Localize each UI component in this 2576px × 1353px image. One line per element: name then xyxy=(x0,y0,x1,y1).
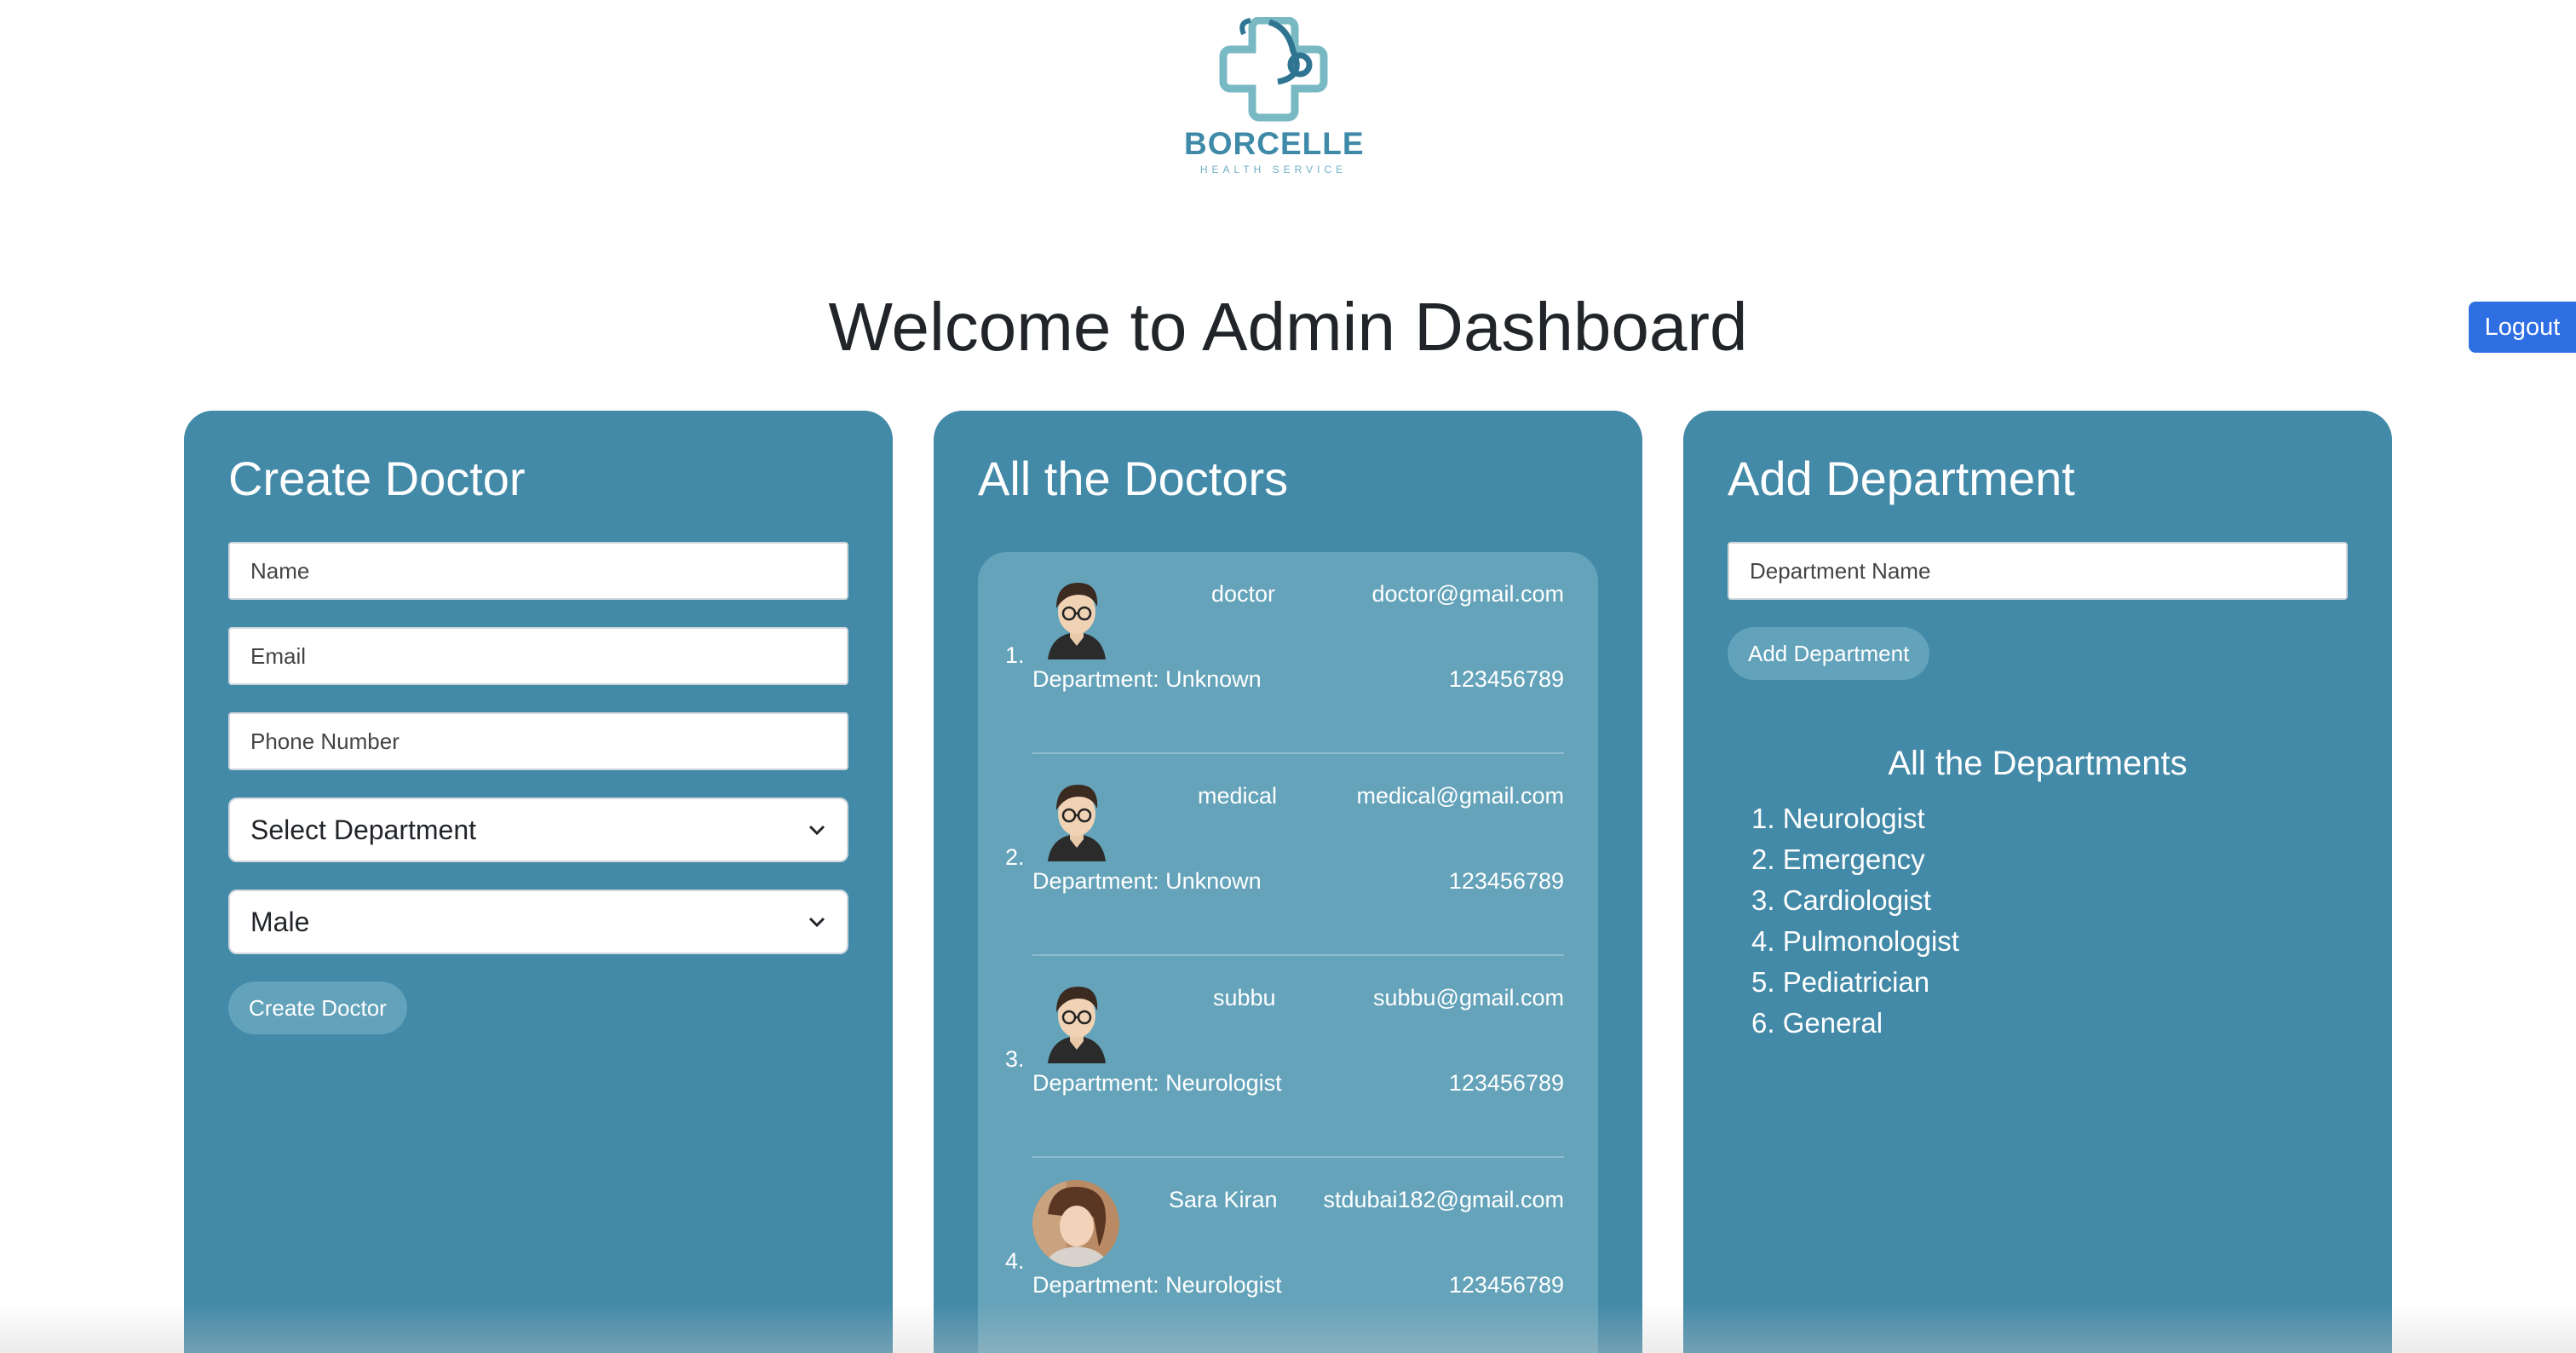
doctor-avatar-icon xyxy=(1048,987,1106,1063)
add-department-panel: Add Department Department Name Add Depar… xyxy=(1683,411,2392,1353)
doctor-department: Department: Neurologist xyxy=(1032,1070,1282,1096)
departments-list: 1. Neurologist 2. Emergency 3. Cardiolog… xyxy=(1728,798,2348,1044)
gender-select[interactable]: Male xyxy=(228,890,848,954)
logout-button[interactable]: Logout xyxy=(2469,302,2576,353)
brand-logo: BORCELLE HEALTH SERVICE xyxy=(1184,17,1365,187)
chevron-down-icon xyxy=(808,917,825,928)
doctor-email: stdubai182@gmail.com xyxy=(1323,1187,1564,1212)
list-item: 2. Emergency xyxy=(1751,843,1925,875)
brand-name: BORCELLE xyxy=(1184,126,1365,161)
list-item: 6. General xyxy=(1751,1007,1883,1039)
doctor-photo xyxy=(1032,1180,1119,1267)
doctor-avatar-icon xyxy=(1048,583,1106,659)
doctors-panel: All the Doctors 1. doctor doctor@gmail.c… xyxy=(934,411,1642,1353)
list-number: 3. xyxy=(1005,1046,1025,1072)
department-name-placeholder: Department Name xyxy=(1750,557,1931,584)
create-doctor-button[interactable]: Create Doctor xyxy=(228,982,407,1034)
phone-input-placeholder: Phone Number xyxy=(250,728,400,754)
doctor-email: doctor@gmail.com xyxy=(1371,581,1564,607)
create-doctor-title: Create Doctor xyxy=(228,452,526,505)
doctor-name: subbu xyxy=(1213,985,1276,1010)
department-select-value: Select Department xyxy=(250,814,477,845)
doctor-name: Sara Kiran xyxy=(1169,1187,1278,1212)
gender-select-value: Male xyxy=(250,906,310,937)
list-item[interactable]: 4. Sara Kiran stdubai182@gmail.com Depar… xyxy=(1005,1158,1564,1353)
list-number: 2. xyxy=(1005,844,1025,870)
list-item: 3. Cardiologist xyxy=(1751,884,1931,916)
doctor-name: doctor xyxy=(1211,581,1276,607)
medical-cross-logo-icon xyxy=(1219,17,1328,122)
doctor-department: Department: Neurologist xyxy=(1032,1272,1282,1298)
list-item: 1. Neurologist xyxy=(1751,803,1925,834)
doctor-avatar-icon xyxy=(1048,785,1106,861)
doctors-title: All the Doctors xyxy=(978,452,1289,505)
create-doctor-panel: Create Doctor Name Email Phone Number Se… xyxy=(184,411,893,1353)
doctor-phone: 123456789 xyxy=(1448,1272,1564,1298)
department-name-input[interactable]: Department Name xyxy=(1728,542,2348,600)
doctor-email: medical@gmail.com xyxy=(1356,783,1564,809)
list-item[interactable]: 2. medical medical@gmail.com Department:… xyxy=(1005,754,1564,956)
list-item: 5. Pediatrician xyxy=(1751,966,1930,998)
department-select[interactable]: Select Department xyxy=(228,797,848,862)
email-input-placeholder: Email xyxy=(250,642,307,669)
doctor-name: medical xyxy=(1198,783,1278,809)
doctor-phone: 123456789 xyxy=(1448,868,1564,894)
departments-list-title: All the Departments xyxy=(1888,745,2188,782)
name-input[interactable]: Name xyxy=(228,542,848,600)
list-item[interactable]: 3. subbu subbu@gmail.com Department: Neu… xyxy=(1005,956,1564,1158)
chevron-down-icon xyxy=(808,825,825,836)
add-department-button[interactable]: Add Department xyxy=(1728,627,1930,680)
list-number: 1. xyxy=(1005,642,1025,668)
phone-input[interactable]: Phone Number xyxy=(228,712,848,770)
brand-tagline: HEALTH SERVICE xyxy=(1199,164,1348,176)
add-department-title: Add Department xyxy=(1728,452,2075,505)
doctor-list: 1. doctor doctor@gmail.com Department: U… xyxy=(978,552,1598,1353)
doctor-department: Department: Unknown xyxy=(1032,868,1262,894)
doctor-phone: 123456789 xyxy=(1448,1070,1564,1096)
doctor-phone: 123456789 xyxy=(1448,666,1564,692)
list-number: 4. xyxy=(1005,1248,1025,1274)
list-item: 4. Pulmonologist xyxy=(1751,925,1959,957)
email-input[interactable]: Email xyxy=(228,627,848,685)
doctor-department: Department: Unknown xyxy=(1032,666,1262,692)
doctor-email: subbu@gmail.com xyxy=(1372,985,1564,1010)
page-title: Welcome to Admin Dashboard xyxy=(828,289,1748,365)
list-item[interactable]: 1. doctor doctor@gmail.com Department: U… xyxy=(1005,552,1564,754)
name-input-placeholder: Name xyxy=(250,557,310,584)
